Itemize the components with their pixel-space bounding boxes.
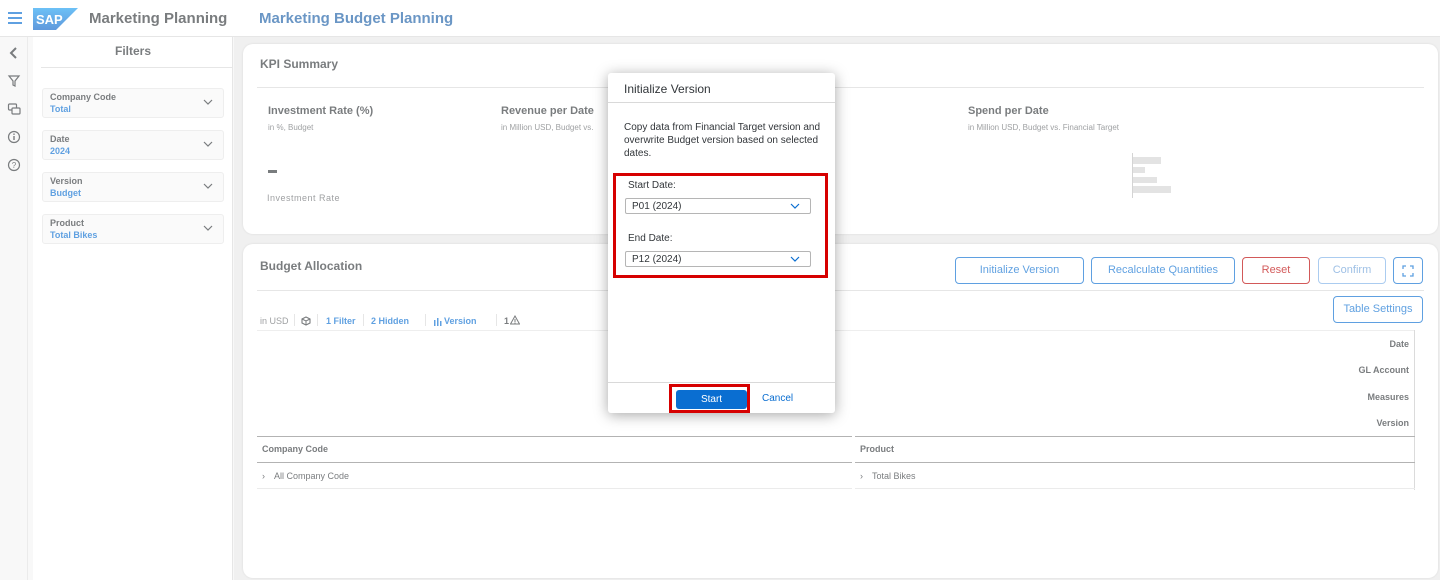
date-selection-highlight <box>613 173 828 278</box>
divider <box>608 102 835 103</box>
divider <box>608 382 835 383</box>
start-button[interactable]: Start <box>676 390 747 409</box>
dialog-message: Copy data from Financial Target version … <box>624 122 821 159</box>
cancel-button[interactable]: Cancel <box>762 393 793 404</box>
dialog-title: Initialize Version <box>624 82 711 96</box>
